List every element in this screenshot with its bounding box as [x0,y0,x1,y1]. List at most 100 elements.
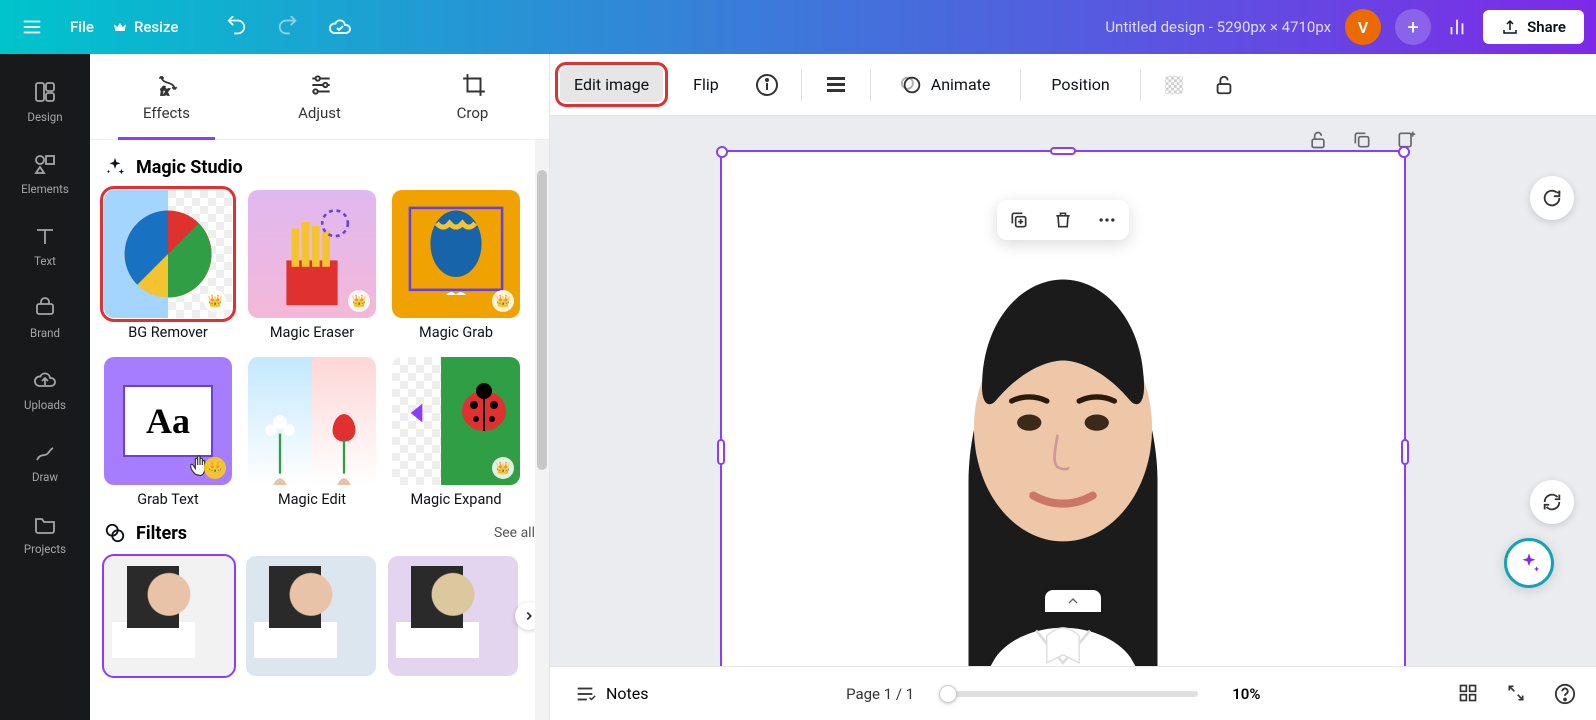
user-avatar[interactable]: V [1345,9,1381,45]
scrollbar-thumb[interactable] [537,170,547,470]
canvas-right-rail [1530,176,1574,524]
undo-button[interactable] [224,15,248,39]
panel-scrollbar[interactable] [535,140,549,720]
canvas-footer: Notes Page 1 / 1 10% [550,666,1596,720]
tab-adjust-label: Adjust [298,104,341,122]
context-toolbar: Edit image Flip Animate Position [550,54,1596,116]
chevron-up-icon [1065,593,1081,609]
filter-none[interactable] [104,556,234,676]
nav-brand-label: Brand [30,326,60,340]
nav-elements[interactable]: Elements [9,142,81,206]
lock-open-icon [1213,74,1235,96]
nav-text[interactable]: Text [9,214,81,278]
magic-tool-grid: 👑 BG Remover 👑 Magic Eraser 👑 [104,190,535,508]
nav-design[interactable]: Design [9,70,81,134]
brand-icon [33,296,57,320]
selection-handle-e[interactable] [1401,439,1409,465]
design-icon [33,80,57,104]
resize-menu[interactable]: Resize [112,18,178,36]
page-duplicate-button[interactable] [1352,130,1374,152]
animate-icon [901,74,923,96]
rotate-plus-icon [1541,187,1563,209]
page-lock-button[interactable] [1308,130,1330,152]
nav-projects[interactable]: Projects [9,502,81,566]
document-title[interactable]: Untitled design - 5290px × 4710px [1105,18,1331,36]
filter-option-2[interactable] [246,556,376,676]
tool-magic-edit[interactable]: Magic Edit [248,357,376,508]
selection-handle-ne[interactable] [1398,146,1410,158]
ai-assistant-button[interactable] [1504,538,1554,588]
info-button[interactable] [749,67,785,103]
position-button[interactable]: Position [1037,67,1123,102]
align-button[interactable] [818,67,854,103]
magic-edit-label: Magic Edit [278,491,346,508]
page-indicator[interactable]: Page 1 / 1 [846,685,914,703]
share-button[interactable]: Share [1483,10,1584,44]
cloud-sync-button[interactable] [328,15,352,39]
analytics-button[interactable] [1445,15,1469,39]
magic-expand-label: Magic Expand [410,491,501,508]
expand-arrow-icon [406,399,434,427]
pro-badge-icon: 👑 [492,457,514,479]
zoom-slider[interactable] [948,691,1198,697]
transparency-button[interactable] [1157,68,1191,102]
selection-handle-w[interactable] [717,439,725,465]
redo-button[interactable] [276,15,300,39]
duplicate-icon [1352,130,1372,150]
grid-view-button[interactable] [1458,683,1480,705]
regenerate-button[interactable] [1530,176,1574,220]
footer-right [1458,683,1576,705]
grab-text-thumb: Aa 👑 [104,357,232,485]
selection-handle-n[interactable] [1050,147,1076,155]
zoom-value[interactable]: 10% [1232,685,1260,703]
tab-adjust[interactable]: Adjust [243,54,396,139]
tool-magic-expand[interactable]: 👑 Magic Expand [392,357,520,508]
canvas-page[interactable] [722,152,1404,666]
nav-uploads[interactable]: Uploads [9,358,81,422]
tab-crop[interactable]: Crop [396,54,549,139]
animate-button[interactable]: Animate [887,66,1005,104]
help-button[interactable] [1554,683,1576,705]
upload-icon [1501,18,1519,36]
nav-brand[interactable]: Brand [9,286,81,350]
page-drawer-toggle[interactable] [1045,590,1101,612]
hamburger-menu-button[interactable] [12,7,52,47]
tool-grab-text[interactable]: Aa 👑 Grab Text [104,357,232,508]
canvas-viewport[interactable] [550,116,1596,666]
filter-option-3[interactable] [388,556,518,676]
selection-handle-nw[interactable] [716,146,728,158]
filters-header-row: Filters See all [104,522,535,544]
filters-see-all[interactable]: See all [494,525,535,541]
magic-grab-label: Magic Grab [419,324,493,341]
flip-button[interactable]: Flip [679,67,733,102]
crop-icon [461,72,485,96]
notes-button[interactable]: Notes [574,683,649,705]
lock-icon [1308,130,1328,150]
transparency-icon [1163,74,1185,96]
sync-button[interactable] [1530,480,1574,524]
tool-magic-grab[interactable]: 👑 Magic Grab [392,190,520,341]
pro-badge-icon: 👑 [204,457,226,479]
zoom-slider-thumb[interactable] [939,685,957,703]
animate-label: Animate [931,75,991,94]
nav-design-label: Design [27,110,62,124]
fullscreen-button[interactable] [1506,683,1528,705]
main-area: Design Elements Text Brand Uploads Draw … [0,54,1596,720]
cloud-check-icon [328,15,352,39]
magic-eraser-label: Magic Eraser [270,324,354,341]
flower-white-icon [255,405,305,485]
side-panel: fx Effects Adjust Crop Magic Studio [90,54,550,720]
file-menu[interactable]: File [70,18,94,36]
svg-text:fx: fx [160,84,170,97]
elements-icon [33,152,57,176]
undo-icon [225,16,247,38]
magic-edit-thumb [248,357,376,485]
magic-grab-thumb: 👑 [392,190,520,318]
tab-effects[interactable]: fx Effects [90,54,243,139]
tool-bg-remover[interactable]: 👑 BG Remover [104,190,232,341]
tool-magic-eraser[interactable]: 👑 Magic Eraser [248,190,376,341]
nav-draw[interactable]: Draw [9,430,81,494]
edit-image-button[interactable]: Edit image [560,67,663,102]
lock-button[interactable] [1207,68,1241,102]
add-collaborator-button[interactable]: + [1395,9,1431,45]
